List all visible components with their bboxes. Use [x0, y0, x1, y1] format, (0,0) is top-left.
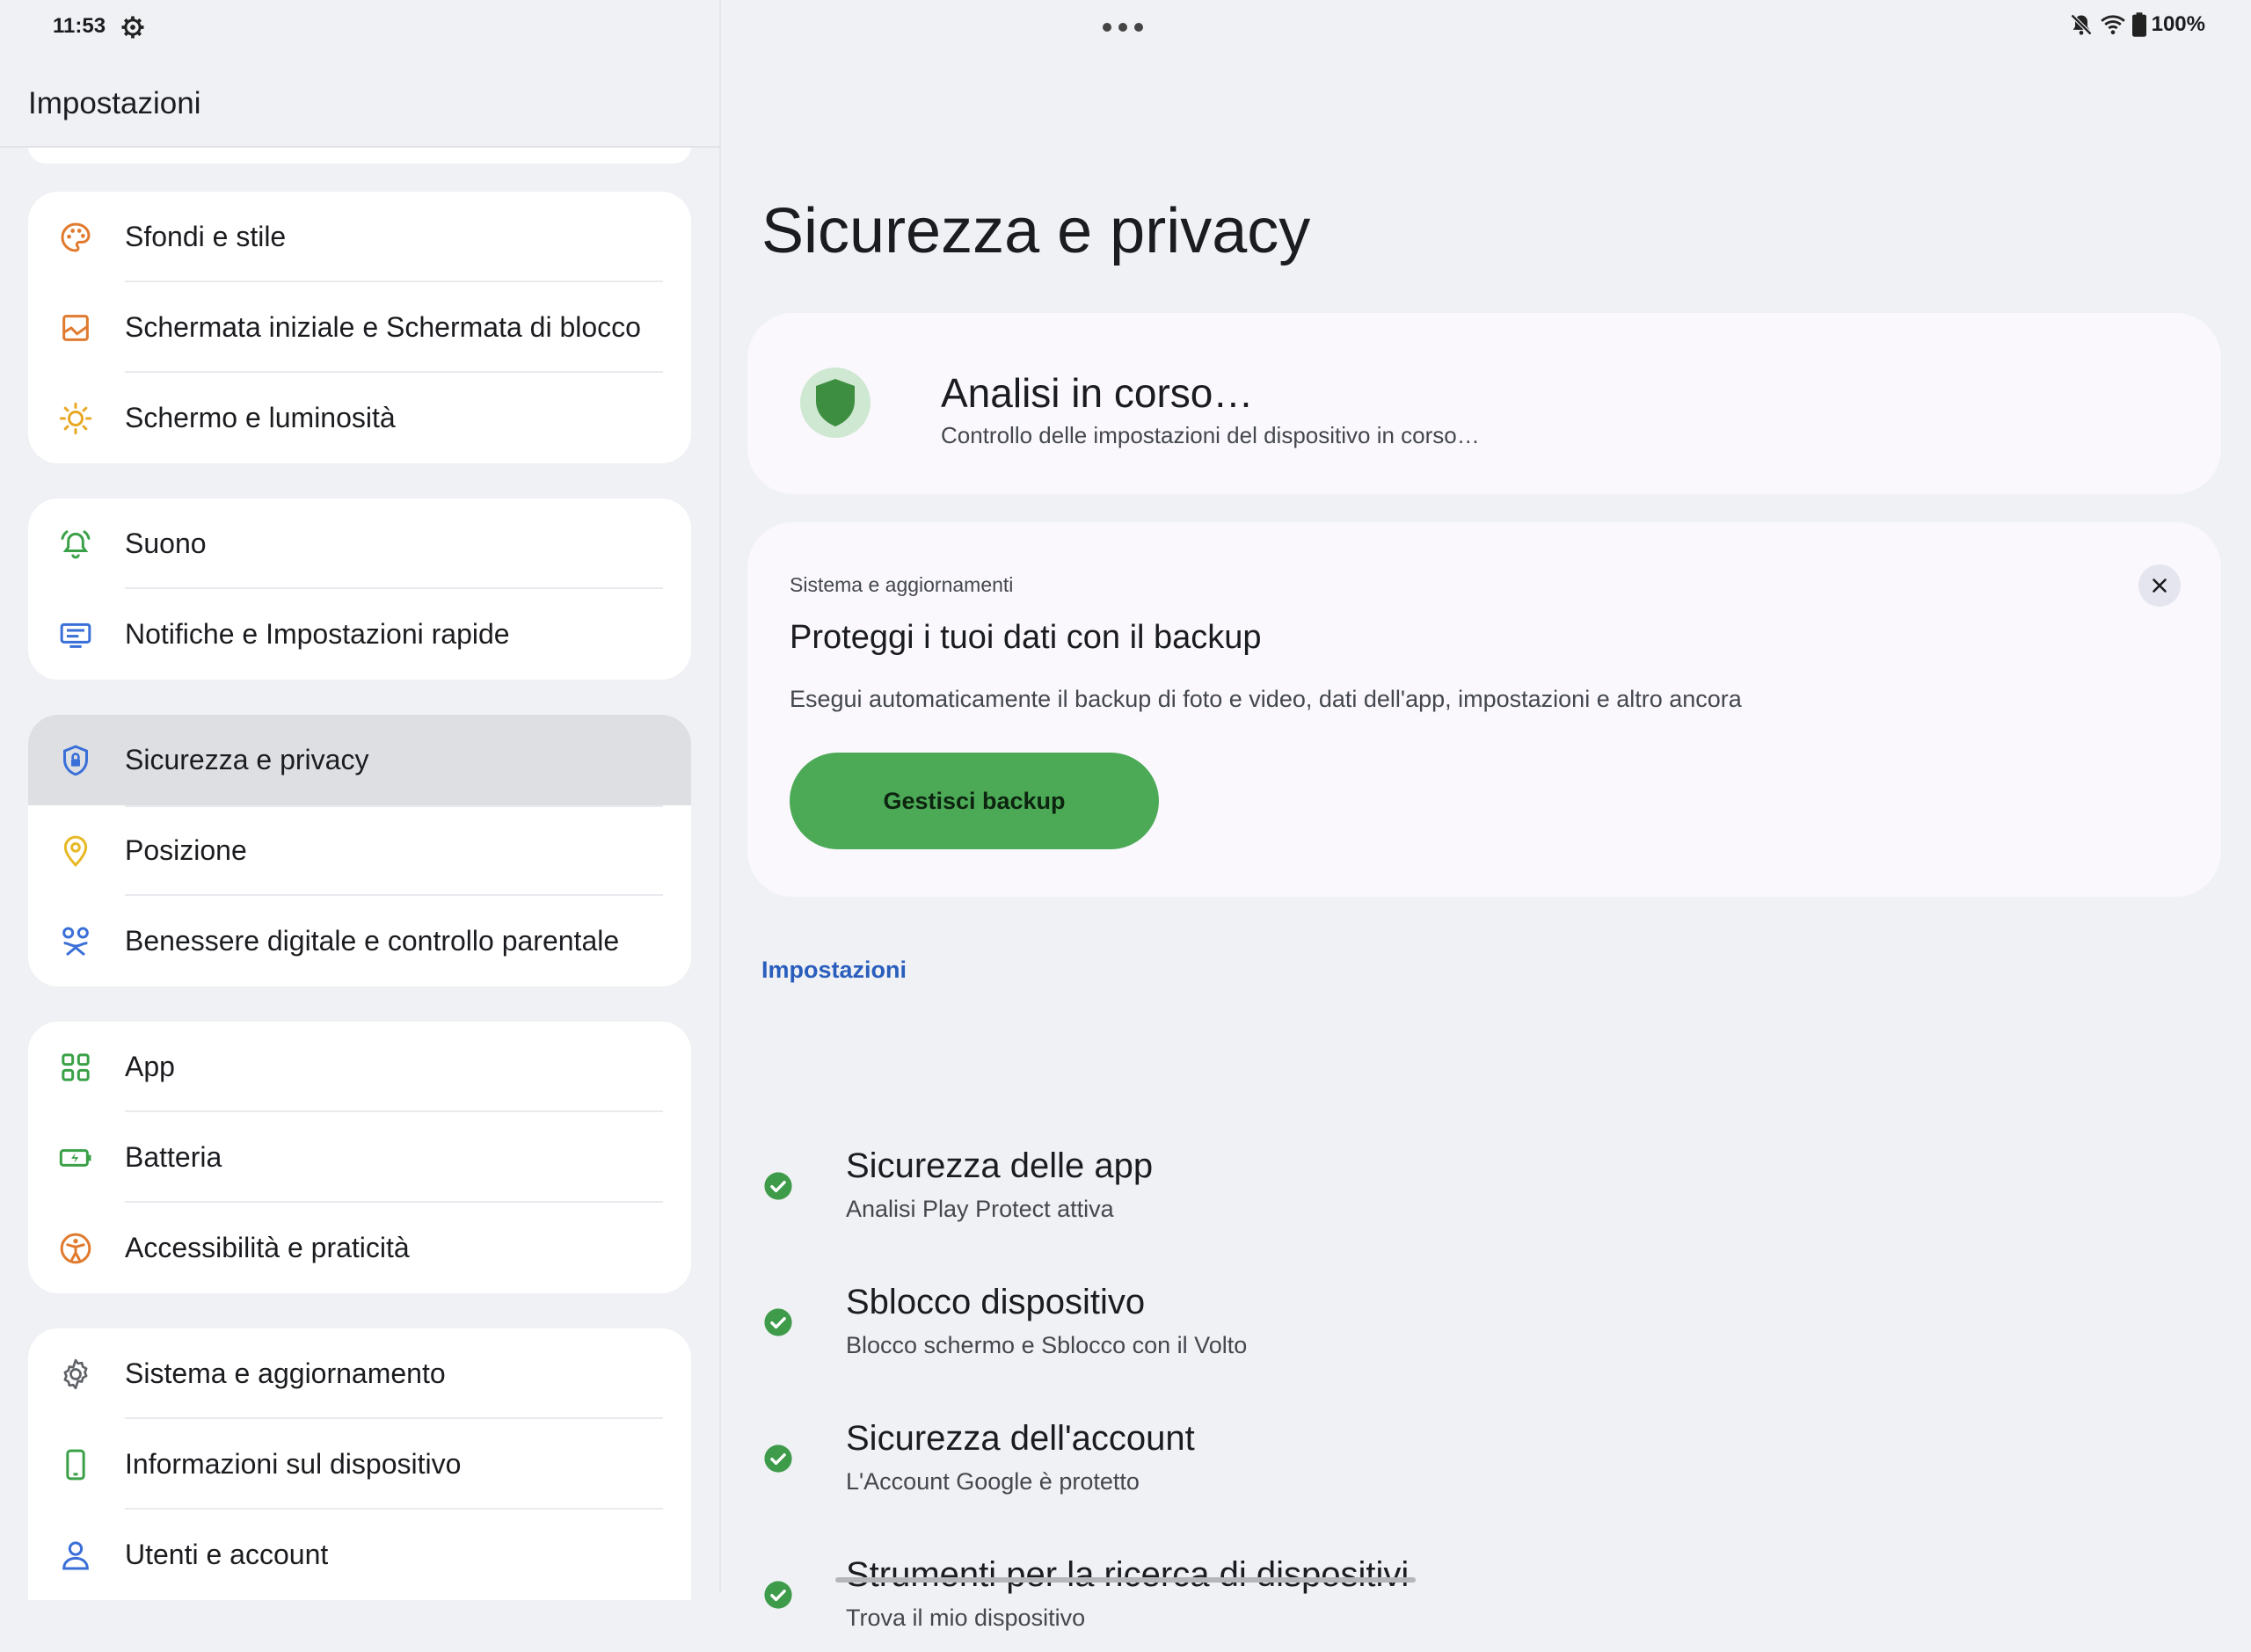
- sidebar-item-label: Benessere digitale e controllo parentale: [125, 925, 620, 957]
- sidebar-group-system: Sistema e aggiornamento Informazioni sul…: [28, 1328, 691, 1600]
- dismiss-button[interactable]: [2138, 564, 2181, 607]
- apps-grid-icon: [58, 1050, 93, 1085]
- sidebar-item-security-privacy[interactable]: Sicurezza e privacy: [28, 715, 691, 805]
- scan-status-card[interactable]: Analisi in corso… Controllo delle impost…: [747, 313, 2221, 494]
- home-screen-icon: [58, 310, 93, 346]
- location-pin-icon: [58, 833, 93, 869]
- sidebar-item-label: Schermata iniziale e Schermata di blocco: [125, 311, 641, 343]
- status-bar: 11:53 100%: [0, 0, 2251, 55]
- scan-status-subtitle: Controllo delle impostazioni del disposi…: [941, 422, 1480, 448]
- section-header: Impostazioni: [761, 957, 907, 983]
- settings-gear-icon: [58, 1357, 93, 1392]
- settings-item-device-unlock[interactable]: Sblocco dispositivo Blocco schermo e Sbl…: [721, 1274, 2221, 1379]
- settings-item-subtitle: Blocco schermo e Sblocco con il Volto: [846, 1332, 1248, 1358]
- person-icon: [58, 1538, 93, 1573]
- sidebar-item-accessibility[interactable]: Accessibilità e praticità: [28, 1203, 691, 1293]
- security-privacy-detail: Sicurezza e privacy Analisi in corso… Co…: [721, 55, 2251, 1631]
- sidebar-item-label: Batteria: [125, 1141, 222, 1173]
- sidebar-item-digital-wellbeing[interactable]: Benessere digitale e controllo parentale: [28, 896, 691, 986]
- bell-ring-icon: [58, 527, 93, 562]
- settings-item-app-security[interactable]: Sicurezza delle app Analisi Play Protect…: [721, 1138, 2221, 1243]
- sidebar-group-security: Sicurezza e privacy Posizione Benessere …: [28, 715, 691, 986]
- sidebar-item-label: Sistema e aggiornamento: [125, 1357, 446, 1389]
- sidebar-group-apps: App Batteria Accessibilità e praticità: [28, 1022, 691, 1293]
- sidebar-item-label: Suono: [125, 528, 207, 559]
- sidebar-item-users-accounts[interactable]: Utenti e account: [28, 1510, 691, 1600]
- sidebar-item-label: Posizione: [125, 834, 247, 866]
- sidebar-title: Impostazioni: [28, 86, 201, 120]
- sidebar-item-wallpaper[interactable]: Sfondi e stile: [28, 192, 691, 282]
- settings-item-subtitle: Analisi Play Protect attiva: [846, 1196, 1114, 1222]
- sidebar-item-notifications[interactable]: Notifiche e Impostazioni rapide: [28, 589, 691, 680]
- settings-item-find-device[interactable]: Strumenti per la ricerca di dispositivi …: [721, 1546, 2221, 1652]
- sidebar-item-label: App: [125, 1051, 175, 1082]
- settings-item-subtitle: L'Account Google è protetto: [846, 1468, 1140, 1495]
- settings-item-account-security[interactable]: Sicurezza dell'account L'Account Google …: [721, 1410, 2221, 1516]
- check-circle-icon: [763, 1307, 793, 1337]
- manage-backup-button[interactable]: Gestisci backup: [790, 753, 1159, 849]
- sidebar-item-label: Informazioni sul dispositivo: [125, 1448, 462, 1480]
- sidebar-item-system-update[interactable]: Sistema e aggiornamento: [28, 1328, 691, 1419]
- shield-scan-icon: [800, 368, 871, 438]
- close-icon: [2153, 579, 2167, 593]
- sidebar-item-location[interactable]: Posizione: [28, 805, 691, 896]
- bell-off-icon: [2069, 12, 2094, 37]
- status-time: 11:53: [53, 14, 106, 38]
- settings-item-title: Sicurezza dell'account: [846, 1419, 1195, 1458]
- sidebar-group-display: Sfondi e stile Schermata iniziale e Sche…: [28, 192, 691, 463]
- scrolled-card-edge: [28, 146, 691, 164]
- sidebar-item-display-brightness[interactable]: Schermo e luminosità: [28, 373, 691, 463]
- backup-suggestion-card: Sistema e aggiornamenti Proteggi i tuoi …: [747, 522, 2221, 897]
- battery-charging-icon: [58, 1140, 93, 1175]
- header-divider: [0, 146, 719, 148]
- gear-icon: [120, 14, 146, 40]
- wifi-icon: [2099, 12, 2127, 37]
- page-title: Sicurezza e privacy: [761, 196, 1311, 266]
- scan-status-title: Analisi in corso…: [941, 370, 1254, 416]
- check-circle-icon: [763, 1171, 793, 1201]
- scroll-indicator[interactable]: [835, 1577, 1416, 1583]
- sidebar-item-label: Sicurezza e privacy: [125, 744, 369, 775]
- card-title: Proteggi i tuoi dati con il backup: [790, 619, 1262, 656]
- wellbeing-icon: [58, 924, 93, 959]
- sidebar-item-device-info[interactable]: Informazioni sul dispositivo: [28, 1419, 691, 1510]
- brightness-icon: [58, 401, 93, 436]
- sidebar-item-home-lock-screen[interactable]: Schermata iniziale e Schermata di blocco: [28, 282, 691, 373]
- sidebar-item-label: Schermo e luminosità: [125, 402, 396, 433]
- sidebar-item-battery[interactable]: Batteria: [28, 1112, 691, 1203]
- sidebar-group-sound: Suono Notifiche e Impostazioni rapide: [28, 499, 691, 680]
- settings-item-subtitle: Trova il mio dispositivo: [846, 1605, 1086, 1631]
- battery-icon: [2131, 12, 2146, 37]
- card-body: Esegui automaticamente il backup di foto…: [790, 686, 1742, 712]
- settings-sidebar: Impostazioni Sfondi e stile Schermata in…: [0, 55, 719, 1600]
- status-icons: 100%: [2069, 12, 2205, 37]
- overflow-dots-icon[interactable]: [1103, 23, 1143, 32]
- sidebar-item-label: Sfondi e stile: [125, 221, 287, 252]
- device-phone-icon: [58, 1447, 93, 1482]
- sidebar-item-apps[interactable]: App: [28, 1022, 691, 1112]
- sidebar-item-label: Accessibilità e praticità: [125, 1232, 410, 1263]
- battery-percent: 100%: [2151, 12, 2205, 36]
- palette-icon: [58, 220, 93, 255]
- check-circle-icon: [763, 1444, 793, 1474]
- settings-item-title: Strumenti per la ricerca di dispositivi: [846, 1555, 1410, 1594]
- settings-item-title: Sicurezza delle app: [846, 1146, 1154, 1185]
- accessibility-icon: [58, 1231, 93, 1266]
- card-overline: Sistema e aggiornamenti: [790, 573, 1014, 596]
- check-circle-icon: [763, 1580, 793, 1610]
- sidebar-item-label: Notifiche e Impostazioni rapide: [125, 618, 510, 650]
- notifications-icon: [58, 617, 93, 652]
- sidebar-item-sound[interactable]: Suono: [28, 499, 691, 589]
- settings-item-title: Sblocco dispositivo: [846, 1283, 1146, 1321]
- security-shield-icon: [58, 743, 93, 778]
- sidebar-item-label: Utenti e account: [125, 1539, 329, 1570]
